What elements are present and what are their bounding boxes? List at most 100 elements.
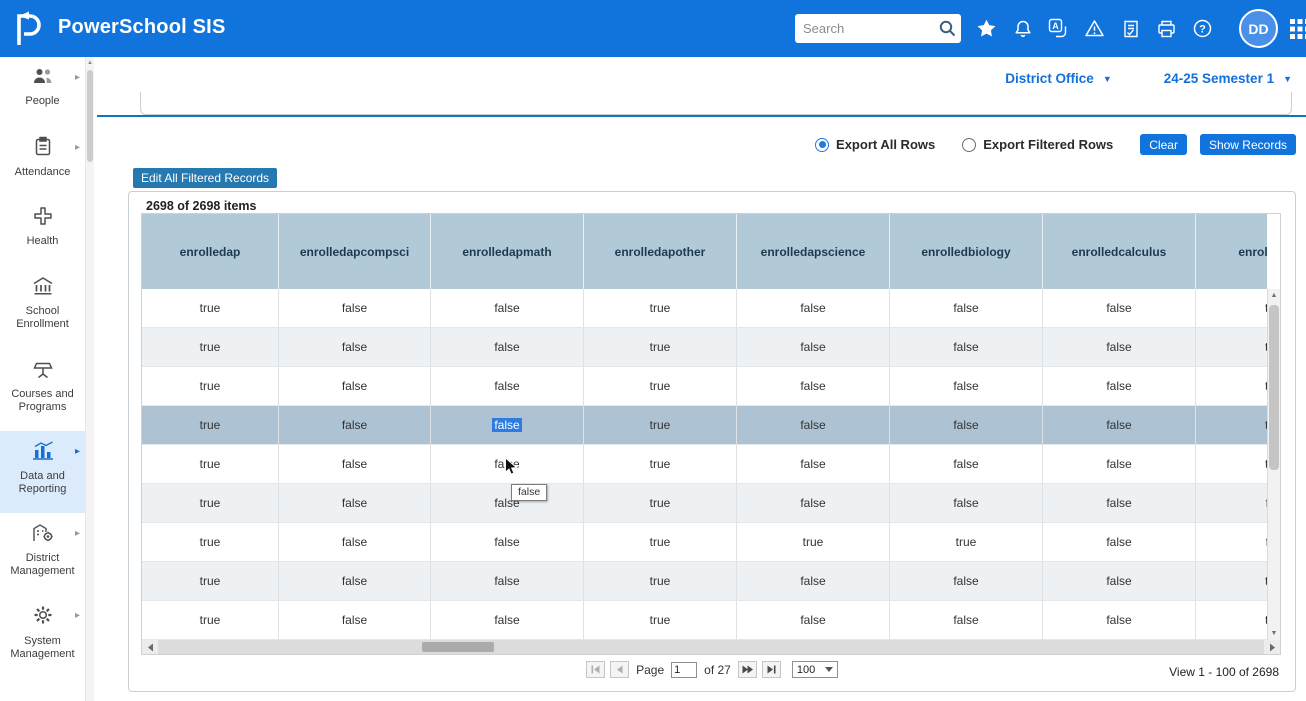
horizontal-scrollbar-thumb[interactable] — [422, 642, 494, 652]
apps-grid-icon[interactable] — [1290, 19, 1306, 46]
grid-cell[interactable]: false — [890, 601, 1043, 640]
first-page-button[interactable] — [586, 661, 605, 678]
grid-cell[interactable]: false — [1043, 289, 1196, 328]
grid-cell[interactable]: tru — [1196, 367, 1267, 406]
grid-cell[interactable]: false — [1043, 562, 1196, 601]
grid-cell[interactable]: false — [737, 367, 890, 406]
grid-cell[interactable]: false — [737, 289, 890, 328]
grid-cell[interactable]: false — [431, 601, 584, 640]
export-filtered-radio[interactable] — [962, 138, 976, 152]
grid-cell[interactable]: false — [431, 523, 584, 562]
grid-cell[interactable]: false — [431, 367, 584, 406]
grid-cell[interactable]: false — [890, 406, 1043, 445]
grid-cell[interactable]: false — [279, 601, 431, 640]
sidebar-scrollbar[interactable]: ▲ — [85, 57, 94, 701]
grid-cell[interactable]: true — [142, 523, 279, 562]
grid-cell[interactable]: false — [890, 484, 1043, 523]
grid-cell[interactable]: tru — [1196, 445, 1267, 484]
grid-cell[interactable]: false — [279, 289, 431, 328]
grid-cell[interactable]: false — [431, 484, 584, 523]
grid-cell[interactable]: true — [142, 289, 279, 328]
edit-all-filtered-records-button[interactable]: Edit All Filtered Records — [133, 168, 277, 188]
sidebar-item-people[interactable]: People ▸ — [0, 57, 85, 127]
help-icon[interactable]: ? — [1192, 18, 1213, 39]
column-header[interactable]: enrolledbiology — [890, 214, 1043, 289]
grid-cell[interactable]: tru — [1196, 289, 1267, 328]
grid-cell[interactable]: false — [279, 367, 431, 406]
grid-cell[interactable]: false — [1043, 445, 1196, 484]
editing-cell-selection[interactable]: false — [492, 418, 521, 432]
grid-cell[interactable]: false — [1043, 406, 1196, 445]
grid-cell[interactable]: false — [890, 562, 1043, 601]
grid-cell[interactable]: false — [890, 289, 1043, 328]
previous-page-button[interactable] — [610, 661, 629, 678]
export-all-radio[interactable] — [815, 138, 829, 152]
grid-cell[interactable]: true — [584, 562, 737, 601]
page-number-input[interactable] — [671, 662, 697, 678]
search-icon[interactable] — [933, 19, 961, 38]
grid-cell[interactable]: true — [142, 562, 279, 601]
grid-cell[interactable]: false — [279, 523, 431, 562]
grid-cell[interactable]: false — [737, 328, 890, 367]
grid-cell[interactable]: false — [737, 601, 890, 640]
grid-cell[interactable]: false — [1043, 328, 1196, 367]
favorites-star-icon[interactable] — [976, 18, 997, 39]
scroll-up-arrow-icon[interactable]: ▲ — [1268, 289, 1280, 302]
scroll-down-arrow-icon[interactable]: ▼ — [1268, 627, 1280, 640]
column-header[interactable]: enrolledcalculus — [1043, 214, 1196, 289]
school-selector[interactable]: District Office ▼ — [1005, 71, 1111, 86]
sidebar-item-system-management[interactable]: System Management ▸ — [0, 595, 85, 677]
vertical-scrollbar-thumb[interactable] — [1269, 305, 1279, 470]
grid-cell[interactable]: false — [279, 445, 431, 484]
column-header[interactable]: enrolledapscience — [737, 214, 890, 289]
grid-cell[interactable]: false — [890, 445, 1043, 484]
grid-cell[interactable]: false — [431, 406, 584, 445]
grid-cell[interactable]: true — [142, 406, 279, 445]
grid-horizontal-scrollbar[interactable] — [142, 640, 1280, 654]
grid-cell[interactable]: false — [1043, 367, 1196, 406]
page-size-select[interactable]: 100 — [792, 661, 838, 678]
sidebar-item-data-reporting[interactable]: Data and Reporting ▸ — [0, 431, 85, 513]
grid-cell[interactable]: true — [737, 523, 890, 562]
grid-cell[interactable]: true — [890, 523, 1043, 562]
grid-cell[interactable]: tru — [1196, 406, 1267, 445]
grid-cell[interactable]: true — [142, 328, 279, 367]
show-records-button[interactable]: Show Records — [1200, 134, 1296, 155]
sidebar-scrollbar-thumb[interactable] — [87, 70, 93, 162]
grid-cell[interactable]: true — [584, 484, 737, 523]
scroll-up-arrow-icon[interactable]: ▲ — [86, 57, 94, 69]
grid-cell[interactable]: false — [279, 484, 431, 523]
column-header[interactable]: enrolledapother — [584, 214, 737, 289]
next-page-button[interactable] — [738, 661, 757, 678]
sidebar-item-district-management[interactable]: District Management ▸ — [0, 513, 85, 595]
sidebar-item-attendance[interactable]: Attendance ▸ — [0, 127, 85, 197]
grid-cell[interactable]: true — [142, 601, 279, 640]
grid-cell[interactable]: tru — [1196, 328, 1267, 367]
grid-cell[interactable]: tru — [1196, 601, 1267, 640]
language-icon[interactable]: A — [1048, 18, 1069, 39]
export-all-rows-option[interactable]: Export All Rows — [815, 137, 935, 152]
grid-cell[interactable]: true — [584, 601, 737, 640]
grid-cell[interactable]: true — [142, 484, 279, 523]
column-header[interactable]: enrolledap — [142, 214, 279, 289]
sidebar-item-courses-programs[interactable]: Courses and Programs — [0, 349, 85, 431]
grid-cell[interactable]: true — [142, 367, 279, 406]
grid-cell[interactable]: false — [1043, 601, 1196, 640]
last-page-button[interactable] — [762, 661, 781, 678]
grid-cell[interactable]: false — [890, 367, 1043, 406]
grid-vertical-scrollbar[interactable]: ▲ ▼ — [1267, 289, 1280, 640]
sidebar-item-school-enrollment[interactable]: School Enrollment — [0, 267, 85, 349]
grid-cell[interactable]: false — [737, 445, 890, 484]
grid-cell[interactable]: true — [584, 445, 737, 484]
grid-cell[interactable]: false — [279, 328, 431, 367]
scroll-left-arrow-icon[interactable] — [142, 640, 158, 654]
grid-cell[interactable]: false — [890, 328, 1043, 367]
grid-cell[interactable]: true — [584, 367, 737, 406]
grid-cell[interactable]: true — [584, 289, 737, 328]
grid-cell[interactable]: true — [584, 406, 737, 445]
grid-cell[interactable]: false — [279, 406, 431, 445]
user-avatar[interactable]: DD — [1239, 9, 1278, 48]
grid-cell[interactable]: fal — [1196, 523, 1267, 562]
clear-button[interactable]: Clear — [1140, 134, 1187, 155]
scroll-right-arrow-icon[interactable] — [1264, 640, 1280, 654]
